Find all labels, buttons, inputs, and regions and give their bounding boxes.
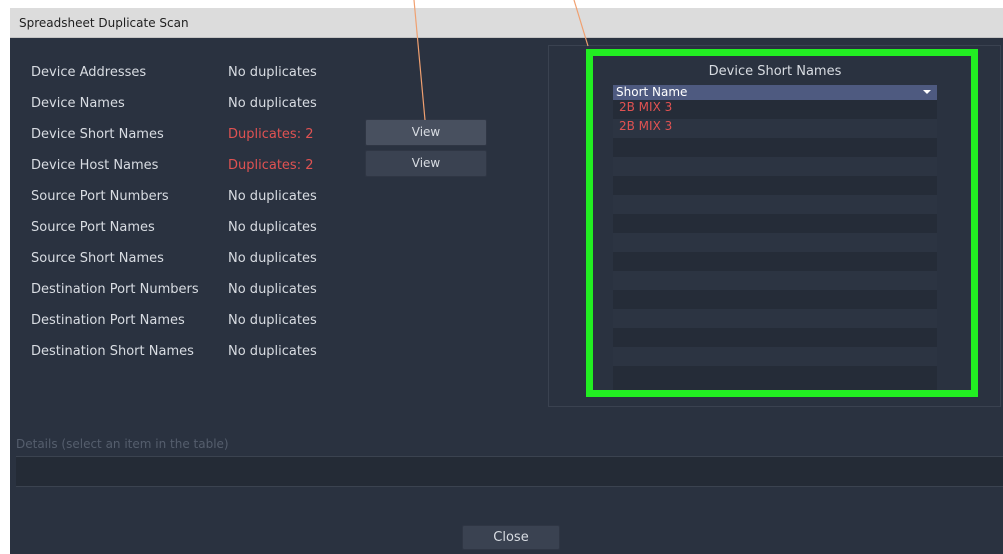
results-table[interactable]: Short Name 2B MIX 3 2B MIX 3 (613, 85, 937, 390)
table-row[interactable]: 2B MIX 3 (613, 100, 937, 119)
view-device-short-names-button[interactable]: View (365, 119, 487, 146)
scan-row-label: Device Names (31, 96, 125, 111)
scan-row-status: No duplicates (228, 96, 317, 111)
details-field[interactable] (16, 456, 1003, 487)
scan-row-label: Destination Port Numbers (31, 282, 199, 297)
scan-row-status: No duplicates (228, 189, 317, 204)
view-device-host-names-button[interactable]: View (365, 150, 487, 177)
table-row-empty (613, 233, 937, 252)
dialog-root: Spreadsheet Duplicate Scan Device Addres… (0, 0, 1003, 554)
window-title: Spreadsheet Duplicate Scan (19, 16, 189, 30)
table-row[interactable]: 2B MIX 3 (613, 119, 937, 138)
dialog-body: Device Addresses No duplicates Device Na… (10, 38, 1003, 554)
scan-row-label: Destination Port Names (31, 313, 185, 328)
scan-row-source-short-names: Source Short Names No duplicates (10, 249, 530, 269)
table-row-empty (613, 328, 937, 347)
scan-row-label: Source Port Names (31, 220, 155, 235)
scan-row-device-names: Device Names No duplicates (10, 94, 530, 114)
scan-row-label: Source Port Numbers (31, 189, 169, 204)
details-label: Details (select an item in the table) (16, 437, 229, 451)
close-button[interactable]: Close (462, 525, 560, 550)
table-row-empty (613, 214, 937, 233)
scan-row-status-duplicates: Duplicates: 2 (228, 158, 314, 173)
scan-row-label: Device Addresses (31, 65, 147, 80)
scan-row-destination-port-numbers: Destination Port Numbers No duplicates (10, 280, 530, 300)
results-panel-title: Device Short Names (708, 64, 842, 79)
column-header-short-name: Short Name (616, 85, 688, 99)
table-row-empty (613, 195, 937, 214)
table-cell: 2B MIX 3 (619, 119, 673, 133)
table-row-empty (613, 309, 937, 328)
title-bar[interactable]: Spreadsheet Duplicate Scan (10, 8, 1003, 38)
table-row-empty (613, 176, 937, 195)
scan-row-status: No duplicates (228, 282, 317, 297)
table-row-empty (613, 290, 937, 309)
scan-row-destination-short-names: Destination Short Names No duplicates (10, 342, 530, 362)
scan-row-source-port-numbers: Source Port Numbers No duplicates (10, 187, 530, 207)
scan-row-label: Device Host Names (31, 158, 159, 173)
scan-row-label: Source Short Names (31, 251, 164, 266)
scan-row-device-addresses: Device Addresses No duplicates (10, 63, 530, 83)
table-row-empty (613, 271, 937, 290)
scan-row-label: Device Short Names (31, 127, 164, 142)
table-row-empty (613, 138, 937, 157)
scan-row-status: No duplicates (228, 220, 317, 235)
scan-row-status-duplicates: Duplicates: 2 (228, 127, 314, 142)
table-row-empty (613, 347, 937, 366)
table-header[interactable]: Short Name (613, 85, 937, 100)
table-cell: 2B MIX 3 (619, 100, 673, 114)
chevron-down-icon[interactable] (923, 90, 931, 94)
scan-row-status: No duplicates (228, 344, 317, 359)
scan-row-status: No duplicates (228, 313, 317, 328)
scan-row-status: No duplicates (228, 65, 317, 80)
scan-row-source-port-names: Source Port Names No duplicates (10, 218, 530, 238)
scan-row-status: No duplicates (228, 251, 317, 266)
scan-row-destination-port-names: Destination Port Names No duplicates (10, 311, 530, 331)
scan-row-label: Destination Short Names (31, 344, 194, 359)
table-row-empty (613, 157, 937, 176)
table-row-empty (613, 366, 937, 385)
table-row-empty (613, 252, 937, 271)
